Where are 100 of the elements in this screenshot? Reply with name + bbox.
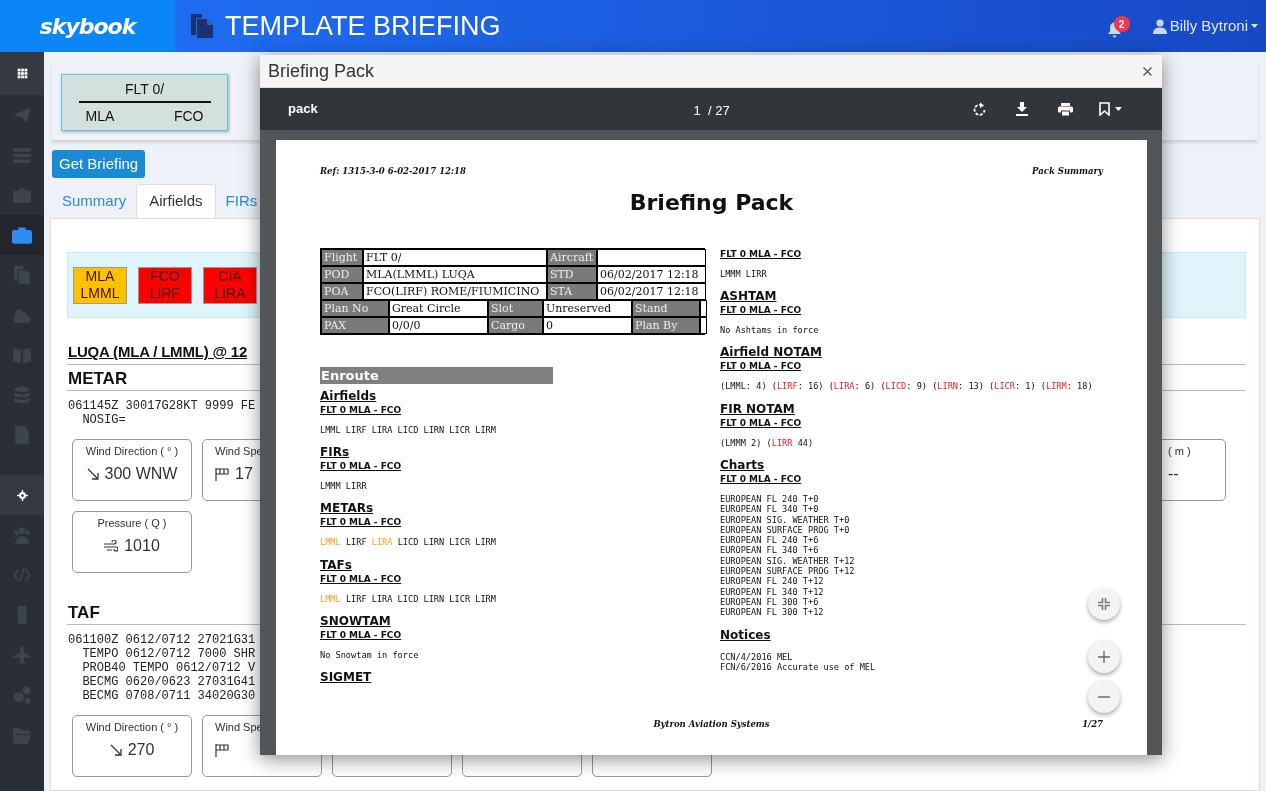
section-text: No Snowtam in force bbox=[320, 649, 419, 661]
report-line: PROB40 TEMPO 0612/0712 V bbox=[82, 661, 256, 675]
reference-text: Ref: 1315-3-0 6-02-2017 12:18 bbox=[320, 165, 466, 178]
minus-icon bbox=[1098, 696, 1110, 698]
folder-icon bbox=[13, 726, 31, 744]
card-label: Pressure ( Q ) bbox=[97, 516, 167, 530]
tab[interactable]: FIRs bbox=[215, 184, 268, 218]
section-text: EUROPEAN FL 240 T+12 bbox=[720, 576, 824, 587]
footer-text: Bytron Aviation Systems bbox=[653, 718, 770, 731]
card-value: 17 bbox=[235, 464, 253, 484]
sidebar-item[interactable] bbox=[0, 215, 44, 255]
table-cell: Aircraft bbox=[547, 248, 597, 266]
section-text: CCN/4/2016 MEL bbox=[720, 651, 793, 662]
section-text: EUROPEAN FL 340 T+0 bbox=[720, 504, 819, 515]
document-title: Briefing Pack bbox=[628, 189, 795, 216]
arrow-icon bbox=[109, 744, 122, 756]
page-count: / 27 bbox=[708, 102, 730, 120]
section-text: LMMM LIRR bbox=[720, 268, 767, 280]
flight-label: FLT 0 MLA - FCO bbox=[720, 305, 802, 316]
section-text: No Ashtams in force bbox=[720, 325, 819, 336]
sidebar-item[interactable] bbox=[0, 52, 44, 95]
flight-number: FLT 0/ bbox=[124, 80, 165, 99]
flight-label: FLT 0 MLA - FCO bbox=[720, 473, 802, 484]
section-text: (LMML: 4) (LIRF: 16) (LIRA: 6) (LICD: 9) (LIRN: 13) (LICR: 1) (LIRM: 18) bbox=[720, 381, 1093, 392]
bookmark-button[interactable] bbox=[1099, 100, 1122, 118]
caret-icon bbox=[1115, 107, 1122, 111]
section-text: LMML LIRF LIRA LICD LIRN LICR LIRM bbox=[320, 537, 496, 548]
section-title: SIGMET bbox=[320, 670, 372, 685]
report-line: BECMG 0620/0623 27031G41 bbox=[82, 675, 256, 689]
document-name: pack bbox=[288, 100, 318, 119]
table-cell: Flight bbox=[321, 248, 363, 266]
modal-title: Briefing Pack bbox=[268, 59, 375, 83]
section-text: LMML LIRF LIRA LICD LIRN LICR LIRM bbox=[320, 593, 496, 604]
card-label: Wind Direction ( ° ) bbox=[85, 720, 179, 734]
flight-label: FLT 0 MLA - FCO bbox=[320, 517, 402, 528]
card-label: ( m ) bbox=[1168, 444, 1191, 458]
printer-icon bbox=[1057, 102, 1073, 116]
flight-label: FLT 0 MLA - FCO bbox=[720, 248, 802, 259]
get-briefing-button[interactable]: Get Briefing bbox=[52, 150, 146, 178]
airfield-chip[interactable]: CIA LIRA bbox=[203, 266, 257, 304]
section-text: LMML LIRF LIRA LICD LIRN LICR LIRM bbox=[320, 424, 496, 436]
page-title: TEMPLATE BRIEFING bbox=[225, 9, 501, 43]
flight-label: FLT 0 MLA - FCO bbox=[320, 573, 402, 584]
section-text: EUROPEAN FL 340 T+6 bbox=[720, 545, 819, 556]
section-text: EUROPEAN FL 240 T+0 bbox=[720, 493, 819, 505]
document-icon bbox=[13, 426, 31, 444]
section-text: (LMMM 2) (LIRR 44) bbox=[720, 437, 814, 448]
sidebar-item[interactable] bbox=[0, 475, 44, 515]
page-number-field[interactable]: 1 bbox=[690, 101, 704, 121]
notification-badge: 2 bbox=[1113, 16, 1130, 32]
flag-icon bbox=[215, 467, 229, 481]
book-icon bbox=[13, 346, 31, 364]
section-text: EUROPEAN SURFACE PROG T+0 bbox=[720, 524, 850, 536]
section-title: METARs bbox=[320, 501, 374, 516]
user-menu[interactable]: Billy Bytroni bbox=[1152, 14, 1258, 38]
plus-icon bbox=[1098, 651, 1110, 663]
briefcase-icon bbox=[13, 186, 31, 204]
section-title: SNOWTAM bbox=[320, 613, 391, 628]
person-icon bbox=[1152, 18, 1167, 34]
rotate-icon bbox=[972, 102, 986, 116]
section-title: Notices bbox=[720, 627, 771, 642]
destination-code: FCO bbox=[173, 107, 204, 126]
section-title: TAFs bbox=[320, 557, 352, 572]
section-text: EUROPEAN FL 300 T+6 bbox=[720, 596, 819, 608]
section-heading: METAR bbox=[68, 369, 128, 388]
documents-icon bbox=[190, 13, 214, 39]
section-text: EUROPEAN SIG. WEATHER T+0 bbox=[720, 514, 850, 525]
flight-label: FLT 0 MLA - FCO bbox=[720, 361, 802, 372]
paper-plane-icon bbox=[13, 106, 31, 124]
card-value: -- bbox=[1168, 464, 1179, 484]
tab[interactable]: Summary bbox=[52, 184, 137, 218]
report-line: TEMPO 0612/0712 7000 SHR bbox=[82, 647, 256, 661]
section-title: Airfields bbox=[320, 388, 377, 403]
card-label: Wind Direction ( ° ) bbox=[85, 444, 179, 458]
section-title: FIR NOTAM bbox=[720, 401, 795, 416]
flight-label: FLT 0 MLA - FCO bbox=[320, 461, 402, 472]
section-title: Charts bbox=[720, 457, 765, 472]
report-line: NOSIG= bbox=[82, 413, 126, 427]
airfield-chip[interactable]: FCO LIRF bbox=[138, 266, 192, 304]
card-value: 300 WNW bbox=[104, 464, 178, 484]
flight-label: FLT 0 MLA - FCO bbox=[320, 629, 402, 640]
airfield-chip[interactable]: MLA LMML bbox=[73, 266, 127, 304]
wind-icon bbox=[104, 540, 119, 552]
print-button[interactable] bbox=[1056, 100, 1074, 118]
download-button[interactable] bbox=[1013, 100, 1031, 118]
flight-card[interactable]: FLT 0/ MLA FCO bbox=[61, 74, 228, 131]
section-title: ASHTAM bbox=[720, 289, 777, 304]
caret-icon bbox=[1251, 24, 1258, 28]
origin-code: MLA bbox=[85, 107, 115, 126]
tab[interactable]: Airfields bbox=[136, 184, 216, 218]
list-icon bbox=[13, 146, 31, 164]
report-line: 061145Z 30017G28KT 9999 FE bbox=[68, 399, 256, 413]
section-text: EUROPEAN SURFACE PROG T+12 bbox=[720, 566, 855, 577]
section-title: Airfield NOTAM bbox=[720, 345, 822, 360]
section-title: FIRs bbox=[320, 445, 350, 460]
briefcase-icon bbox=[12, 225, 32, 245]
report-line: BECMG 0708/0711 34020G30 bbox=[82, 689, 256, 703]
card-value: 270 bbox=[127, 740, 155, 760]
download-icon bbox=[1016, 102, 1028, 116]
close-button[interactable] bbox=[1141, 65, 1153, 77]
